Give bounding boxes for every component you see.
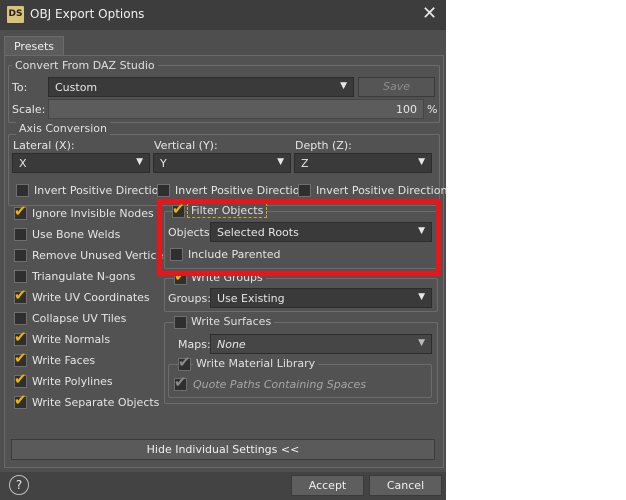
material-library-label: Write Material Library: [193, 357, 319, 370]
option-label: Collapse UV Tiles: [32, 312, 127, 325]
chevron-down-icon: ▼: [418, 157, 425, 167]
invert-z-label: Invert Positive Direction: [316, 184, 448, 197]
invert-x-checkbox[interactable]: [16, 184, 29, 197]
option-label: Triangulate N-gons: [32, 270, 136, 283]
groups-label: Groups:: [168, 292, 211, 305]
axis-legend: Axis Conversion: [16, 122, 110, 135]
checkmark-icon: ✔: [174, 373, 187, 391]
cancel-button[interactable]: Cancel: [369, 475, 442, 496]
option-label: Remove Unused Vertices: [32, 249, 169, 262]
option-label: Write Polylines: [32, 375, 113, 388]
help-icon[interactable]: ?: [9, 475, 29, 495]
depth-label: Depth (Z):: [295, 139, 352, 152]
option-label: Write Separate Objects: [32, 396, 160, 409]
option-checkbox[interactable]: ✔: [14, 370, 27, 388]
checkmark-icon: ✔: [14, 370, 27, 388]
option-checkbox[interactable]: [14, 312, 27, 325]
maps-dropdown[interactable]: None ▼: [210, 334, 432, 354]
invert-y-label: Invert Positive Direction: [175, 184, 307, 197]
maps-value: None: [217, 338, 246, 351]
material-library-checkbox[interactable]: ✔: [178, 353, 191, 371]
scale-unit: %: [427, 103, 438, 116]
convert-legend: Convert From DAZ Studio: [12, 59, 158, 72]
chevron-down-icon: ▼: [340, 81, 347, 91]
maps-label: Maps:: [178, 338, 211, 351]
invert-z-checkbox[interactable]: [298, 184, 311, 197]
chevron-down-icon: ▼: [136, 157, 143, 167]
to-dropdown[interactable]: Custom ▼: [48, 77, 354, 97]
quote-paths-checkbox[interactable]: ✔: [174, 373, 187, 391]
to-value: Custom: [55, 81, 98, 94]
checkmark-icon: ✔: [178, 353, 191, 371]
option-label: Use Bone Welds: [32, 228, 121, 241]
lateral-value: X: [19, 157, 27, 170]
scale-value: 100: [396, 103, 417, 116]
chevron-down-icon: ▼: [418, 338, 425, 348]
vertical-value: Y: [160, 157, 167, 170]
option-checkbox[interactable]: ✔: [14, 202, 27, 220]
write-surfaces-label: Write Surfaces: [188, 315, 275, 328]
save-preset-button[interactable]: Save Preset...: [358, 77, 435, 111]
scale-field[interactable]: 100: [48, 99, 424, 119]
checkmark-icon: ✔: [14, 328, 27, 346]
checkmark-icon: ✔: [14, 286, 27, 304]
option-checkbox[interactable]: ✔: [14, 286, 27, 304]
title-bar: DS OBJ Export Options ✕: [0, 0, 446, 30]
vertical-label: Vertical (Y):: [154, 139, 218, 152]
close-icon[interactable]: ✕: [422, 4, 437, 24]
depth-value: Z: [301, 157, 309, 170]
option-label: Write Faces: [32, 354, 96, 367]
hide-settings-button[interactable]: Hide Individual Settings <<: [11, 439, 435, 460]
option-checkbox[interactable]: [14, 249, 27, 262]
invert-x-label: Invert Positive Direction: [34, 184, 166, 197]
scale-label: Scale:: [12, 103, 46, 116]
highlight-box: [157, 199, 441, 276]
chevron-down-icon: ▼: [277, 157, 284, 167]
groups-dropdown[interactable]: Use Existing ▼: [210, 288, 432, 308]
checkmark-icon: ✔: [14, 349, 27, 367]
option-checkbox[interactable]: ✔: [14, 349, 27, 367]
option-label: Write Normals: [32, 333, 111, 346]
daz-studio-icon: DS: [7, 6, 24, 23]
option-checkbox[interactable]: ✔: [14, 391, 27, 409]
tab-presets[interactable]: Presets: [4, 36, 64, 57]
checkmark-icon: ✔: [14, 391, 27, 409]
option-checkbox[interactable]: ✔: [14, 328, 27, 346]
window-title: OBJ Export Options: [30, 7, 145, 21]
option-checkbox[interactable]: [14, 270, 27, 283]
lateral-dropdown[interactable]: X ▼: [12, 153, 150, 173]
vertical-dropdown[interactable]: Y ▼: [153, 153, 291, 173]
lateral-label: Lateral (X):: [13, 139, 75, 152]
to-label: To:: [12, 81, 28, 94]
write-surfaces-checkbox[interactable]: [174, 316, 187, 329]
option-label: Ignore Invisible Nodes: [32, 207, 154, 220]
checkmark-icon: ✔: [14, 202, 27, 220]
option-label: Write UV Coordinates: [32, 291, 150, 304]
option-checkbox[interactable]: [14, 228, 27, 241]
chevron-down-icon: ▼: [418, 292, 425, 302]
groups-value: Use Existing: [217, 292, 285, 305]
invert-y-checkbox[interactable]: [157, 184, 170, 197]
quote-paths-label: Quote Paths Containing Spaces: [193, 378, 367, 391]
depth-dropdown[interactable]: Z ▼: [294, 153, 432, 173]
accept-button[interactable]: Accept: [291, 475, 364, 496]
